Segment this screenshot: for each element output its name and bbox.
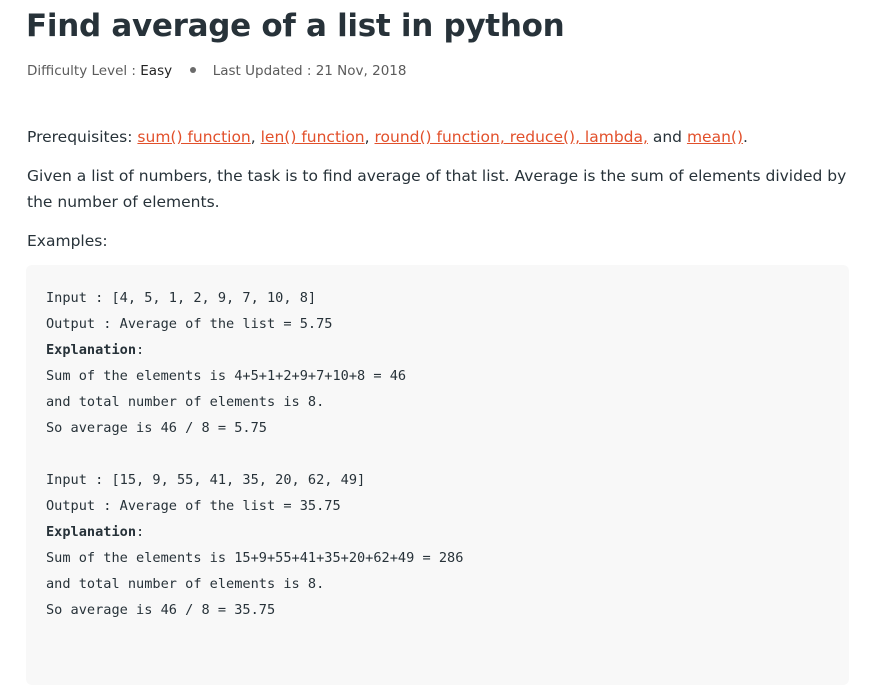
code-line: So average is 46 / 8 = 5.75 [46,420,267,436]
difficulty-value[interactable]: Easy [140,63,172,79]
code-line: and total number of elements is 8. [46,576,325,592]
link-mean[interactable]: mean() [687,128,743,146]
intro-paragraph: Given a list of numbers, the task is to … [27,167,847,211]
link-round-reduce-lambda[interactable]: round() function, reduce(), lambda, [375,128,648,146]
link-sum[interactable]: sum() function [137,128,250,146]
code-line: Input : [4, 5, 1, 2, 9, 7, 10, 8] [46,290,317,306]
dot-separator-icon [190,67,197,73]
code-text: Input : [4, 5, 1, 2, 9, 7, 10, 8] Output … [46,285,463,623]
separator: , [364,128,375,146]
examples-label: Examples: [27,232,108,250]
code-line: Input : [15, 9, 55, 41, 35, 20, 62, 49] [46,472,366,488]
and-text: and [647,128,687,146]
prereq-label: Prerequisites: [27,128,133,146]
page-title: Find average of a list in python [26,8,565,44]
period: . [743,128,748,146]
code-line: Sum of the elements is 4+5+1+2+9+7+10+8 … [46,368,407,384]
colon: : [136,342,145,358]
code-block: Input : [4, 5, 1, 2, 9, 7, 10, 8] Output … [26,265,849,685]
code-line: Explanation: [46,519,463,545]
code-line: and total number of elements is 8. [46,394,325,410]
last-updated: Last Updated : 21 Nov, 2018 [212,63,407,79]
explanation-heading: Explanation [46,342,137,358]
prerequisites: Prerequisites: sum() function, len() fun… [27,124,857,150]
code-line: So average is 46 / 8 = 35.75 [46,602,276,618]
colon: : [136,524,145,540]
explanation-heading: Explanation [46,524,137,540]
code-line: Output : Average of the list = 35.75 [46,498,341,514]
code-line: Explanation: [46,337,463,363]
link-len[interactable]: len() function [261,128,365,146]
difficulty-label: Difficulty Level : [27,63,136,79]
code-line: Output : Average of the list = 5.75 [46,316,333,332]
article-meta: Difficulty Level : Easy Last Updated : 2… [27,63,406,79]
separator: , [250,128,261,146]
code-line: Sum of the elements is 15+9+55+41+35+20+… [46,550,464,566]
